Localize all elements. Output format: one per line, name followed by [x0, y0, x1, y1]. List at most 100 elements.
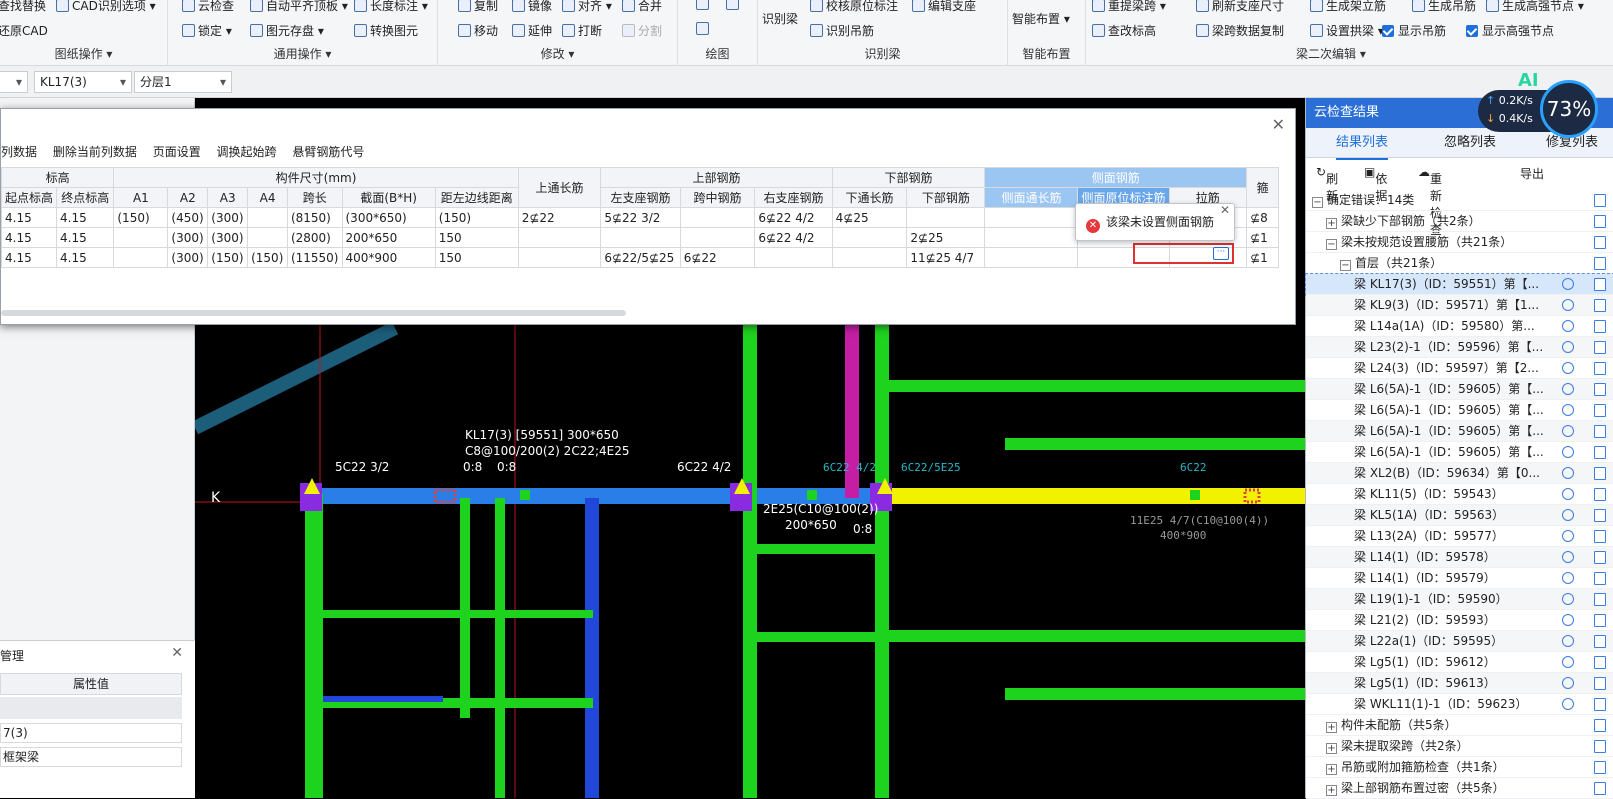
split-button[interactable]: 分割	[622, 22, 662, 39]
tree-item[interactable]: 梁 KL5(1A)（ID：59563）	[1306, 505, 1613, 526]
tree-item[interactable]: 梁 L6(5A)-1（ID：59605）第【...	[1306, 400, 1613, 421]
find-replace-button[interactable]: 查找替换	[0, 0, 46, 14]
horizontal-scrollbar[interactable]	[1, 310, 626, 316]
expand-icon[interactable]: +	[1326, 218, 1337, 229]
save-element-button[interactable]: 图元存盘 ▾	[250, 22, 324, 39]
table-cell[interactable]: 400*900	[341, 247, 436, 268]
table-cell[interactable]: (450)	[167, 207, 209, 228]
table-cell[interactable]: (300*650)	[341, 207, 436, 228]
refresh-button[interactable]: ↻ 刷新	[1316, 165, 1338, 203]
tree-item[interactable]: − 梁未按规范设置腰筋（共21条）	[1306, 232, 1613, 253]
rect-tool-button[interactable]	[726, 0, 742, 11]
table-cell[interactable]: 200*650	[341, 227, 436, 248]
table-cell[interactable]	[906, 207, 986, 228]
table-cell[interactable]	[984, 227, 1079, 248]
copy-button[interactable]: 复制	[458, 0, 498, 14]
set-arch-beam-button[interactable]: 设置拱梁 ▾	[1310, 22, 1384, 39]
menu-delete-col[interactable]: 删除当前列数据	[53, 141, 137, 163]
locate-icon[interactable]	[1562, 635, 1574, 647]
table-cell[interactable]	[247, 227, 288, 248]
tree-item[interactable]: + 构件未配筋（共5条）	[1306, 715, 1613, 736]
table-cell[interactable]: (150)	[113, 207, 169, 228]
locate-icon[interactable]	[1562, 341, 1574, 353]
table-cell[interactable]: 4.15	[0, 227, 58, 248]
tree-item[interactable]: + 梁未提取梁跨（共2条）	[1306, 736, 1613, 757]
table-cell[interactable]	[113, 247, 169, 268]
tab-result-list[interactable]: 结果列表	[1336, 128, 1389, 160]
table-cell[interactable]	[517, 247, 602, 268]
edit-icon[interactable]	[1594, 194, 1606, 207]
edit-icon[interactable]	[1594, 635, 1606, 648]
tree-item[interactable]: 梁 L14(1)（ID：59578）	[1306, 547, 1613, 568]
locate-icon[interactable]	[1562, 593, 1574, 605]
mirror-button[interactable]: 镜像	[512, 0, 552, 14]
table-cell[interactable]: ⊈8	[1246, 207, 1280, 228]
tree-item[interactable]: + 吊筋或附加箍筋检查（共1条）	[1306, 757, 1613, 778]
locate-icon[interactable]	[1562, 488, 1574, 500]
basis-button[interactable]: ▣ 依据	[1364, 165, 1387, 203]
expand-icon[interactable]: +	[1326, 764, 1337, 775]
locate-icon[interactable]	[1562, 677, 1574, 689]
table-cell[interactable]: 6⊈22 4/2	[754, 227, 833, 248]
tree-item[interactable]: 梁 KL11(5)（ID：59543）	[1306, 484, 1613, 505]
gen-hanger-button[interactable]: 生成吊筋	[1412, 0, 1476, 14]
recheck-button[interactable]: ☁ 重新检查	[1418, 165, 1442, 237]
edit-icon[interactable]	[1594, 446, 1606, 459]
table-cell[interactable]	[831, 247, 908, 268]
tree-item[interactable]: 梁 L6(5A)-1（ID：59605）第【...	[1306, 442, 1613, 463]
table-cell[interactable]: 4.15	[56, 207, 115, 228]
edit-icon[interactable]	[1594, 761, 1606, 774]
tree-item[interactable]: 梁 KL9(3)（ID：59571）第【1...	[1306, 295, 1613, 316]
edit-icon[interactable]	[1594, 383, 1606, 396]
check-annotation-button[interactable]: 校核原位标注	[810, 0, 898, 14]
collapse-icon[interactable]: −	[1340, 260, 1351, 271]
locate-icon[interactable]	[1562, 551, 1574, 563]
table-cell[interactable]: (2800)	[286, 227, 343, 248]
expand-icon[interactable]: +	[1326, 722, 1337, 733]
tree-item[interactable]: 梁 WKL11(1)-1（ID：59623）	[1306, 694, 1613, 715]
tree-item[interactable]: 梁 L6(5A)-1（ID：59605）第【...	[1306, 379, 1613, 400]
copy-span-data-button[interactable]: 梁跨数据复制	[1196, 22, 1284, 39]
edit-icon[interactable]	[1594, 677, 1606, 690]
table-cell[interactable]: (150)	[207, 247, 249, 268]
edit-icon[interactable]	[1594, 572, 1606, 585]
edit-icon[interactable]	[1594, 320, 1606, 333]
property-type-value[interactable]: 框架梁	[0, 747, 182, 767]
tree-item[interactable]: 梁 Lg5(1)（ID：59612）	[1306, 652, 1613, 673]
table-cell[interactable]	[113, 227, 169, 248]
tree-item[interactable]: + 梁上部钢筋布置过密（共5条）	[1306, 778, 1613, 799]
expand-icon[interactable]: +	[1326, 785, 1337, 796]
table-cell[interactable]: 2⊈22	[517, 207, 602, 228]
menu-col-data[interactable]: 列数据	[1, 141, 37, 163]
locate-icon[interactable]	[1562, 278, 1574, 290]
move-button[interactable]: 移动	[458, 22, 498, 39]
collapse-icon[interactable]: −	[1312, 197, 1323, 208]
table-cell[interactable]	[517, 227, 602, 248]
table-cell[interactable]: 11⊈25 4/7	[906, 247, 986, 268]
tree-item[interactable]: 梁 L22a(1)（ID：59595）	[1306, 631, 1613, 652]
refresh-support-button[interactable]: 刷新支座尺寸	[1196, 0, 1284, 14]
edit-icon[interactable]	[1594, 404, 1606, 417]
edit-icon[interactable]	[1594, 782, 1606, 795]
show-highstrength-checkbox[interactable]: 显示高强节点	[1466, 22, 1554, 39]
table-cell[interactable]: 4.15	[0, 207, 58, 228]
recognize-hanger-button[interactable]: 识别吊筋	[810, 22, 874, 39]
edit-icon[interactable]	[1594, 719, 1606, 732]
reextract-span-button[interactable]: 重提梁跨 ▾	[1092, 0, 1166, 14]
tree-item[interactable]: + 梁缺少下部钢筋（共2条）	[1306, 211, 1613, 232]
table-cell[interactable]	[754, 247, 833, 268]
close-icon[interactable]: ✕	[1272, 115, 1285, 134]
table-cell[interactable]: (300)	[167, 227, 209, 248]
edit-icon[interactable]	[1594, 257, 1606, 270]
cloud-check-button[interactable]: 云检查	[182, 0, 234, 14]
tree-item[interactable]: 梁 L14(1)（ID：59579）	[1306, 568, 1613, 589]
tree-item[interactable]: 梁 L6(5A)-1（ID：59605）第【...	[1306, 421, 1613, 442]
auto-flush-button[interactable]: 自动平齐顶板 ▾	[250, 0, 348, 14]
table-cell[interactable]: (11550)	[286, 247, 343, 268]
edit-icon[interactable]	[1594, 593, 1606, 606]
edit-support-button[interactable]: 编辑支座	[912, 0, 976, 14]
locate-icon[interactable]	[1562, 320, 1574, 332]
locate-icon[interactable]	[1562, 572, 1574, 584]
locate-icon[interactable]	[1562, 299, 1574, 311]
table-cell[interactable]	[831, 227, 908, 248]
